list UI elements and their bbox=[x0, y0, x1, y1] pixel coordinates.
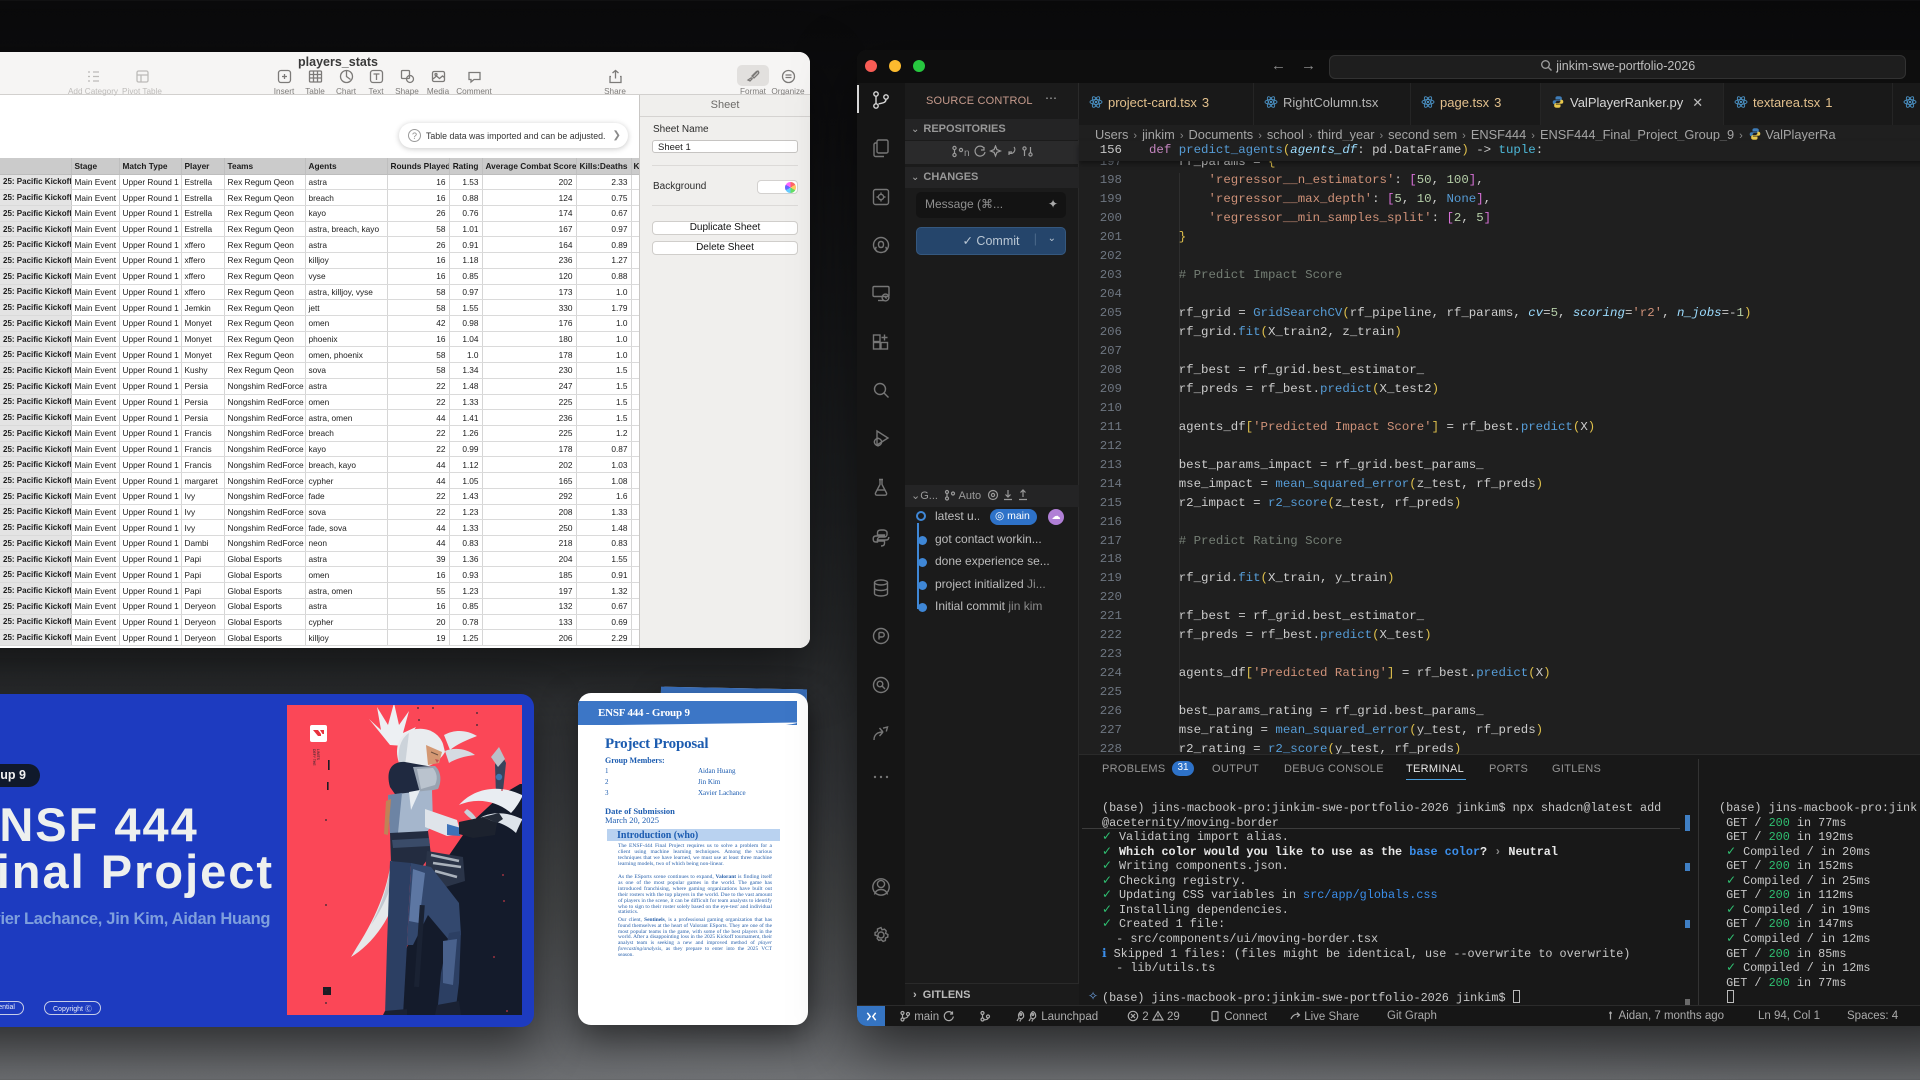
svg-text:DEFY THE: DEFY THE bbox=[312, 749, 316, 766]
svg-text:LIMITS: LIMITS bbox=[316, 749, 320, 761]
